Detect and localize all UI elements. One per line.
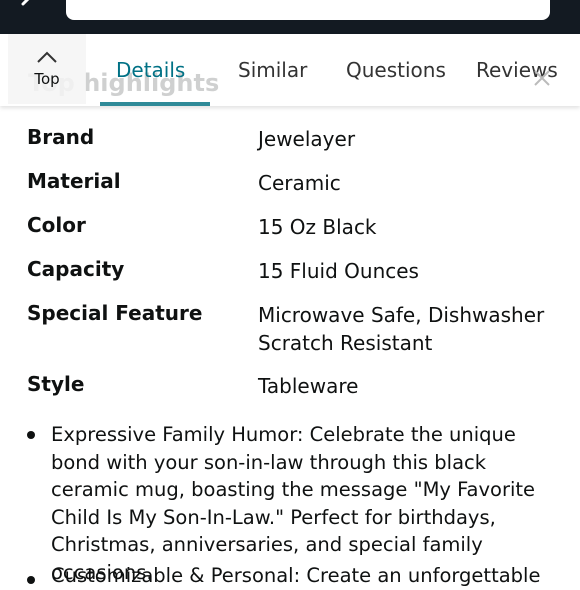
active-tab-indicator <box>100 102 210 106</box>
spec-value: Ceramic <box>258 171 341 195</box>
tab-questions[interactable]: Questions <box>346 58 446 82</box>
spec-key: Material <box>27 169 121 193</box>
chevron-up-icon <box>36 50 58 64</box>
spec-key: Brand <box>27 125 95 149</box>
bullet-dot <box>27 431 35 439</box>
tab-similar[interactable]: Similar <box>238 58 307 82</box>
back-arrow-icon[interactable] <box>18 0 38 14</box>
section-tab-bar: Top highlights Top Details Similar Quest… <box>0 34 580 106</box>
spec-key: Style <box>27 372 85 396</box>
top-header <box>0 0 580 34</box>
spec-value: Microwave Safe, Dishwasher Scratch Resis… <box>258 303 545 355</box>
spec-value: 15 Fluid Ounces <box>258 259 419 283</box>
spec-key: Capacity <box>27 257 125 281</box>
tab-details[interactable]: Details <box>116 58 185 82</box>
spec-value: Tableware <box>258 374 359 398</box>
spec-key: Color <box>27 213 86 237</box>
search-input[interactable] <box>66 0 550 20</box>
close-icon[interactable] <box>532 68 552 88</box>
spec-value: 15 Oz Black <box>258 215 377 239</box>
bullet-dot <box>27 576 35 584</box>
scroll-to-top-label: Top <box>34 70 60 88</box>
spec-value: Jewelayer <box>258 127 356 151</box>
spec-key: Special Feature <box>27 301 203 325</box>
feature-bullet: Customizable & Personal: Create an unfor… <box>51 564 541 587</box>
scroll-to-top-button[interactable]: Top <box>8 34 86 104</box>
